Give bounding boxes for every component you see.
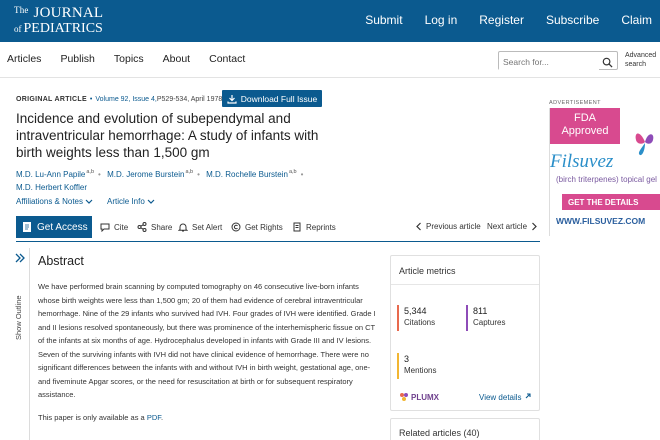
view-details-link[interactable]: View details <box>479 392 532 402</box>
chevron-down-icon <box>85 199 93 204</box>
citations-color-bar <box>397 305 399 331</box>
ad-cta-button[interactable]: GET THE DETAILS <box>562 194 660 210</box>
ad-fda-badge: FDA Approved <box>550 108 620 144</box>
article-meta: ORIGINAL ARTICLE • Volume 92, Issue 4, P… <box>16 96 223 103</box>
advanced-search-link[interactable]: Advanced search <box>625 51 656 69</box>
ad-butterfly-icon <box>635 133 654 156</box>
article-info-toggle[interactable]: Article Info <box>107 197 155 206</box>
main-nav: Articles Publish Topics About Contact Ad… <box>0 42 660 78</box>
author-list: M.D. Lu-Ann Papilea,b • M.D. Jerome Burst… <box>16 169 304 192</box>
set-alert-button[interactable]: Set Alert <box>178 222 222 232</box>
pdf-note: This paper is only available as a PDF. <box>38 413 164 422</box>
page-range: P529-534, April 1978 <box>156 96 223 103</box>
chevron-right-icon <box>532 222 537 231</box>
mentions-color-bar <box>397 353 399 379</box>
site-header: The JOURNAL of PEDIATRICS Submit Log in R… <box>0 0 660 42</box>
ad-brand: Filsuvez <box>550 151 614 172</box>
outline-divider <box>29 248 30 440</box>
search-input[interactable] <box>499 53 599 71</box>
author-link[interactable]: M.D. Rochelle Bursteina,b <box>206 169 296 179</box>
ad-label: ADVERTISEMENT <box>549 100 601 106</box>
article-metrics-card: Article metrics 5,344 Citations 811 Capt… <box>390 255 540 411</box>
share-icon <box>137 222 147 232</box>
nav-articles[interactable]: Articles <box>7 53 41 65</box>
abstract-heading: Abstract <box>38 254 84 268</box>
nav-topics[interactable]: Topics <box>114 53 144 65</box>
arrow-up-right-icon <box>525 393 531 399</box>
citations-metric: 5,344 Citations <box>397 305 435 331</box>
metrics-heading: Article metrics <box>399 266 456 276</box>
advertisement[interactable]: FDA Approved Filsuvez (birch triterpenes… <box>549 108 660 236</box>
download-icon <box>227 94 237 104</box>
double-chevron-right-icon <box>15 253 25 263</box>
journal-logo[interactable]: The JOURNAL of PEDIATRICS <box>14 6 103 36</box>
abstract-body: We have performed brain scanning by comp… <box>38 282 376 399</box>
article-info-toggles: Affiliations & Notes Article Info <box>16 197 169 206</box>
claim-link[interactable]: Claim <box>621 13 652 27</box>
article-type: ORIGINAL ARTICLE <box>16 96 87 103</box>
bell-icon <box>178 223 188 232</box>
ad-subtitle: (birch triterpenes) topical gel <box>556 175 657 184</box>
account-nav: Submit Log in Register Subscribe Claim <box>343 13 652 27</box>
captures-color-bar <box>466 305 468 331</box>
cite-button[interactable]: Cite <box>100 222 128 232</box>
plumx-logo: PLUMX <box>399 392 439 402</box>
next-article-link[interactable]: Next article <box>487 222 538 231</box>
reprints-button[interactable]: Reprints <box>292 222 336 232</box>
register-link[interactable]: Register <box>479 13 524 27</box>
ad-url[interactable]: WWW.FILSUVEZ.COM <box>556 216 645 226</box>
login-link[interactable]: Log in <box>425 13 458 27</box>
search-box <box>498 51 618 73</box>
share-button[interactable]: Share <box>137 222 172 232</box>
download-issue-button[interactable]: Download Full Issue <box>222 90 322 107</box>
nav-contact[interactable]: Contact <box>209 53 245 65</box>
plumx-icon <box>400 393 408 401</box>
author-link[interactable]: M.D. Lu-Ann Papilea,b <box>16 169 94 179</box>
get-access-button[interactable]: Get Access <box>16 216 92 238</box>
search-icon[interactable] <box>602 55 613 73</box>
captures-metric: 811 Captures <box>466 305 505 331</box>
nav-about[interactable]: About <box>163 53 190 65</box>
author-link[interactable]: M.D. Herbert Koffler <box>16 183 87 192</box>
previous-article-link[interactable]: Previous article <box>415 222 481 231</box>
submit-link[interactable]: Submit <box>365 13 402 27</box>
mentions-metric: 3 Mentions <box>397 353 436 379</box>
article-toolbar: Get Access Cite Share Set Alert Get Righ… <box>16 214 540 242</box>
quote-icon <box>100 223 110 232</box>
author-link[interactable]: M.D. Jerome Bursteina,b <box>107 169 193 179</box>
get-rights-button[interactable]: Get Rights <box>231 222 283 232</box>
chevron-down-icon <box>147 199 155 204</box>
copyright-icon <box>231 222 241 232</box>
pdf-link[interactable]: PDF <box>147 413 161 422</box>
article-title: Incidence and evolution of subependymal … <box>16 111 319 160</box>
document-icon <box>23 222 31 232</box>
chevron-left-icon <box>416 222 421 231</box>
subscribe-link[interactable]: Subscribe <box>546 13 599 27</box>
nav-publish[interactable]: Publish <box>60 53 94 65</box>
show-outline-toggle[interactable]: Show Outline <box>14 250 28 340</box>
issue-link[interactable]: Volume 92, Issue 4, <box>95 96 156 103</box>
affiliations-toggle[interactable]: Affiliations & Notes <box>16 197 93 206</box>
related-articles-card[interactable]: Related articles (40) <box>390 418 540 440</box>
reprints-icon <box>293 222 301 232</box>
